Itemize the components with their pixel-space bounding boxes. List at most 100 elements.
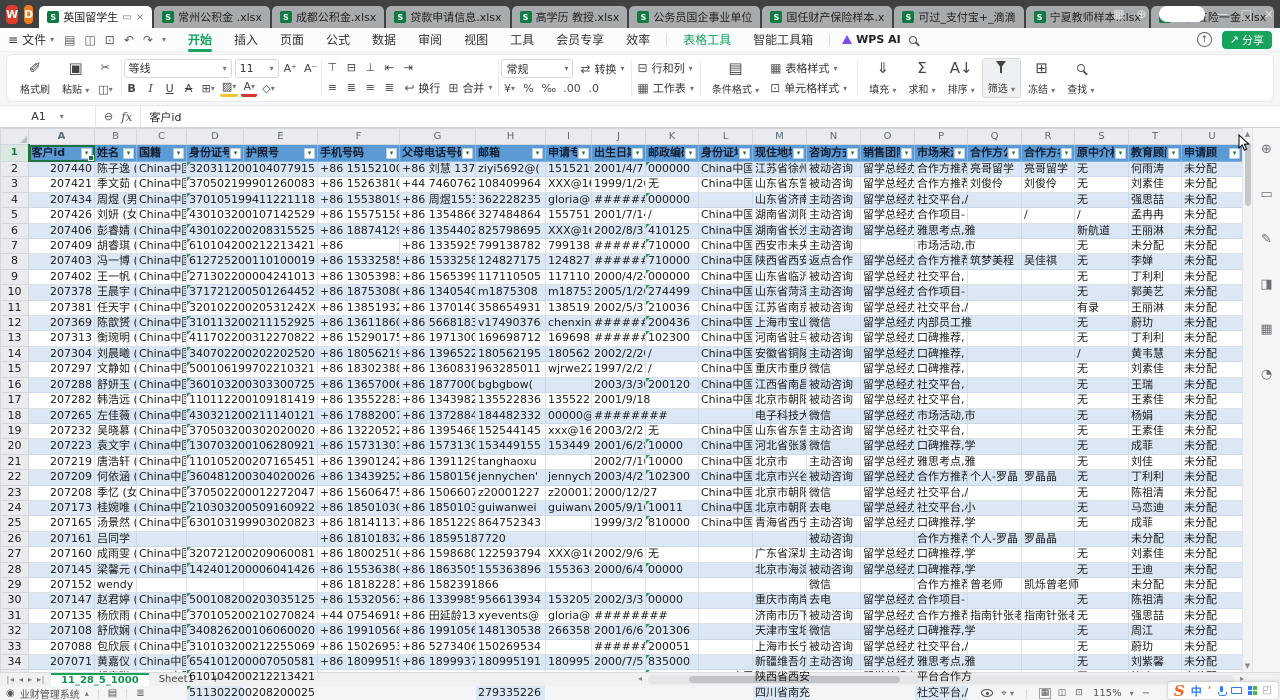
cell[interactable]: 留学总经办 (861, 162, 915, 177)
cell[interactable]: 32010220020531242X (187, 300, 244, 315)
cell[interactable]: XXX@163. (546, 547, 592, 562)
cell[interactable]: 社交平台, (915, 269, 968, 284)
cell[interactable]: China中国 (137, 362, 187, 377)
cell[interactable]: 四川省南充 (753, 685, 807, 700)
cell[interactable]: 207406 (29, 223, 95, 238)
cell[interactable]: 610104200212213421 (187, 239, 244, 254)
cell[interactable]: 2001/6/6 (592, 624, 646, 639)
file-tab[interactable]: S可过_支付宝+_滴滴 (894, 6, 1023, 28)
filter-button[interactable]: 筛选 ▾ (982, 58, 1021, 98)
cell[interactable]: 留学总经办 (861, 655, 915, 670)
cell[interactable]: 安徽省铜陵 (753, 346, 807, 361)
cell[interactable]: 207160 (29, 547, 95, 562)
cell[interactable]: 吴晓慕 (女 (95, 423, 137, 438)
cell[interactable]: +86 1354402198 (400, 223, 476, 238)
cell[interactable]: 江苏省徐州 (753, 162, 807, 177)
cell[interactable]: 内部员工推 (915, 316, 968, 331)
cell[interactable]: 湖南省浏阳 (753, 208, 807, 223)
decrease-decimal-icon[interactable]: .0 (586, 80, 602, 98)
cell[interactable]: 2002/5/31 (592, 300, 646, 315)
cell[interactable]: 左佳薇 (女 (95, 408, 137, 423)
cell[interactable]: 山东省东营 (753, 423, 807, 438)
cell[interactable]: 强思喆 (1129, 192, 1182, 207)
wps-ai-button[interactable]: WPS AI (842, 33, 901, 46)
cell[interactable]: 124827175 (476, 254, 546, 269)
cell[interactable]: ######## (592, 331, 646, 346)
normal-view-icon[interactable]: ▦ (1039, 688, 1051, 699)
cell[interactable]: 00000@qq( (546, 408, 592, 423)
globe-icon[interactable]: ⊕ (1137, 7, 1147, 21)
cell[interactable]: 207304 (29, 346, 95, 361)
cell[interactable] (1022, 300, 1075, 315)
filter-dropdown-button[interactable]: ▾ (230, 148, 241, 159)
cell[interactable] (1022, 362, 1075, 377)
cell[interactable]: jennychen' (476, 470, 546, 485)
cell[interactable] (699, 655, 753, 670)
cell[interactable]: 新疆维吾尔 (753, 655, 807, 670)
row-header-30[interactable]: 30 (1, 593, 29, 608)
cell[interactable]: 留学总经办 (861, 516, 915, 531)
cell[interactable]: +86 13851932 (318, 300, 400, 315)
cell[interactable]: 王素佳 (1129, 393, 1182, 408)
cell[interactable]: 青海省西宁 (753, 516, 807, 531)
cell[interactable]: 360481200304020026 (187, 470, 244, 485)
find-button[interactable]: 查找 ▾ (1062, 58, 1099, 98)
cell[interactable]: 207208 (29, 485, 95, 500)
cell[interactable]: 未分配 (1182, 500, 1243, 515)
cell[interactable] (1022, 408, 1075, 423)
cell[interactable]: 未分配 (1182, 608, 1243, 623)
cell[interactable]: xxx@163.c (546, 423, 592, 438)
cell[interactable]: China中国 (699, 439, 753, 454)
cell[interactable]: 主动咨询 (807, 285, 861, 300)
font-size-select[interactable]: 11▾ (235, 59, 279, 78)
cell[interactable]: China中国 (137, 331, 187, 346)
cell[interactable]: 153449155 (546, 439, 592, 454)
align-center-icon[interactable]: ≣ (343, 79, 359, 97)
cell[interactable]: 合作方推荐 (915, 177, 968, 192)
cell[interactable] (1022, 562, 1075, 577)
cell[interactable]: 指南针张老 (1022, 608, 1075, 623)
cell[interactable] (1022, 485, 1075, 500)
cell[interactable]: 微信 (807, 362, 861, 377)
cell[interactable]: 无 (1075, 408, 1129, 423)
menu-item-视图[interactable]: 视图 (454, 28, 498, 52)
row-header-4[interactable]: 4 (1, 192, 29, 207)
cell[interactable]: 雅思考点,雅 (915, 454, 968, 469)
cell[interactable]: 2001/6/28 (592, 439, 646, 454)
cell[interactable]: 个人-罗晶 (968, 531, 1022, 546)
cell[interactable]: +86 18101832 (318, 531, 400, 546)
cell[interactable]: 2003/4/2 (592, 470, 646, 485)
cell[interactable]: 胡睿琪 (女 (95, 239, 137, 254)
cell[interactable]: 00000 (646, 562, 699, 577)
cell[interactable]: tanghaoxu (476, 454, 546, 469)
scroll-down-icon[interactable]: ▼ (1243, 662, 1252, 670)
cell[interactable] (1022, 439, 1075, 454)
adjust-settings-icon[interactable]: ⊕ (1261, 142, 1272, 157)
name-box[interactable]: A1▾ (0, 106, 96, 127)
cell[interactable]: / (646, 362, 699, 377)
cell[interactable]: China中国 (699, 254, 753, 269)
cell[interactable]: 黄韦慧 (1129, 346, 1182, 361)
cell[interactable]: 无 (1075, 547, 1129, 562)
cell[interactable]: 511302200208200025 (187, 685, 244, 700)
filter-dropdown-button[interactable]: ▾ (1061, 148, 1072, 159)
cell[interactable]: 963285011 (476, 362, 546, 377)
cell[interactable]: +86 1360831276 (400, 362, 476, 377)
cell[interactable] (968, 593, 1022, 608)
cell[interactable]: 无 (1075, 285, 1129, 300)
align-bottom-icon[interactable]: ⊥ (362, 59, 378, 77)
column-header-J[interactable]: J (592, 129, 646, 145)
cell[interactable]: 200436 (646, 316, 699, 331)
cell[interactable]: 周煜 (男) (95, 192, 137, 207)
cell[interactable]: China中国 (137, 300, 187, 315)
align-left-icon[interactable]: ≡ (324, 79, 340, 97)
cell[interactable]: 留学总经办 (861, 208, 915, 223)
wrap-text-button[interactable]: ↩换行 (400, 77, 444, 98)
cell[interactable]: 102300 (646, 470, 699, 485)
row-header-6[interactable]: 6 (1, 223, 29, 238)
cell[interactable]: 207297 (29, 362, 95, 377)
header-cell-T[interactable]: 教育顾问▾ (1129, 145, 1182, 162)
cell[interactable]: 留学总经办 (861, 316, 915, 331)
cell[interactable] (1022, 500, 1075, 515)
sum-button[interactable]: Σ 求和 ▾ (903, 58, 940, 98)
